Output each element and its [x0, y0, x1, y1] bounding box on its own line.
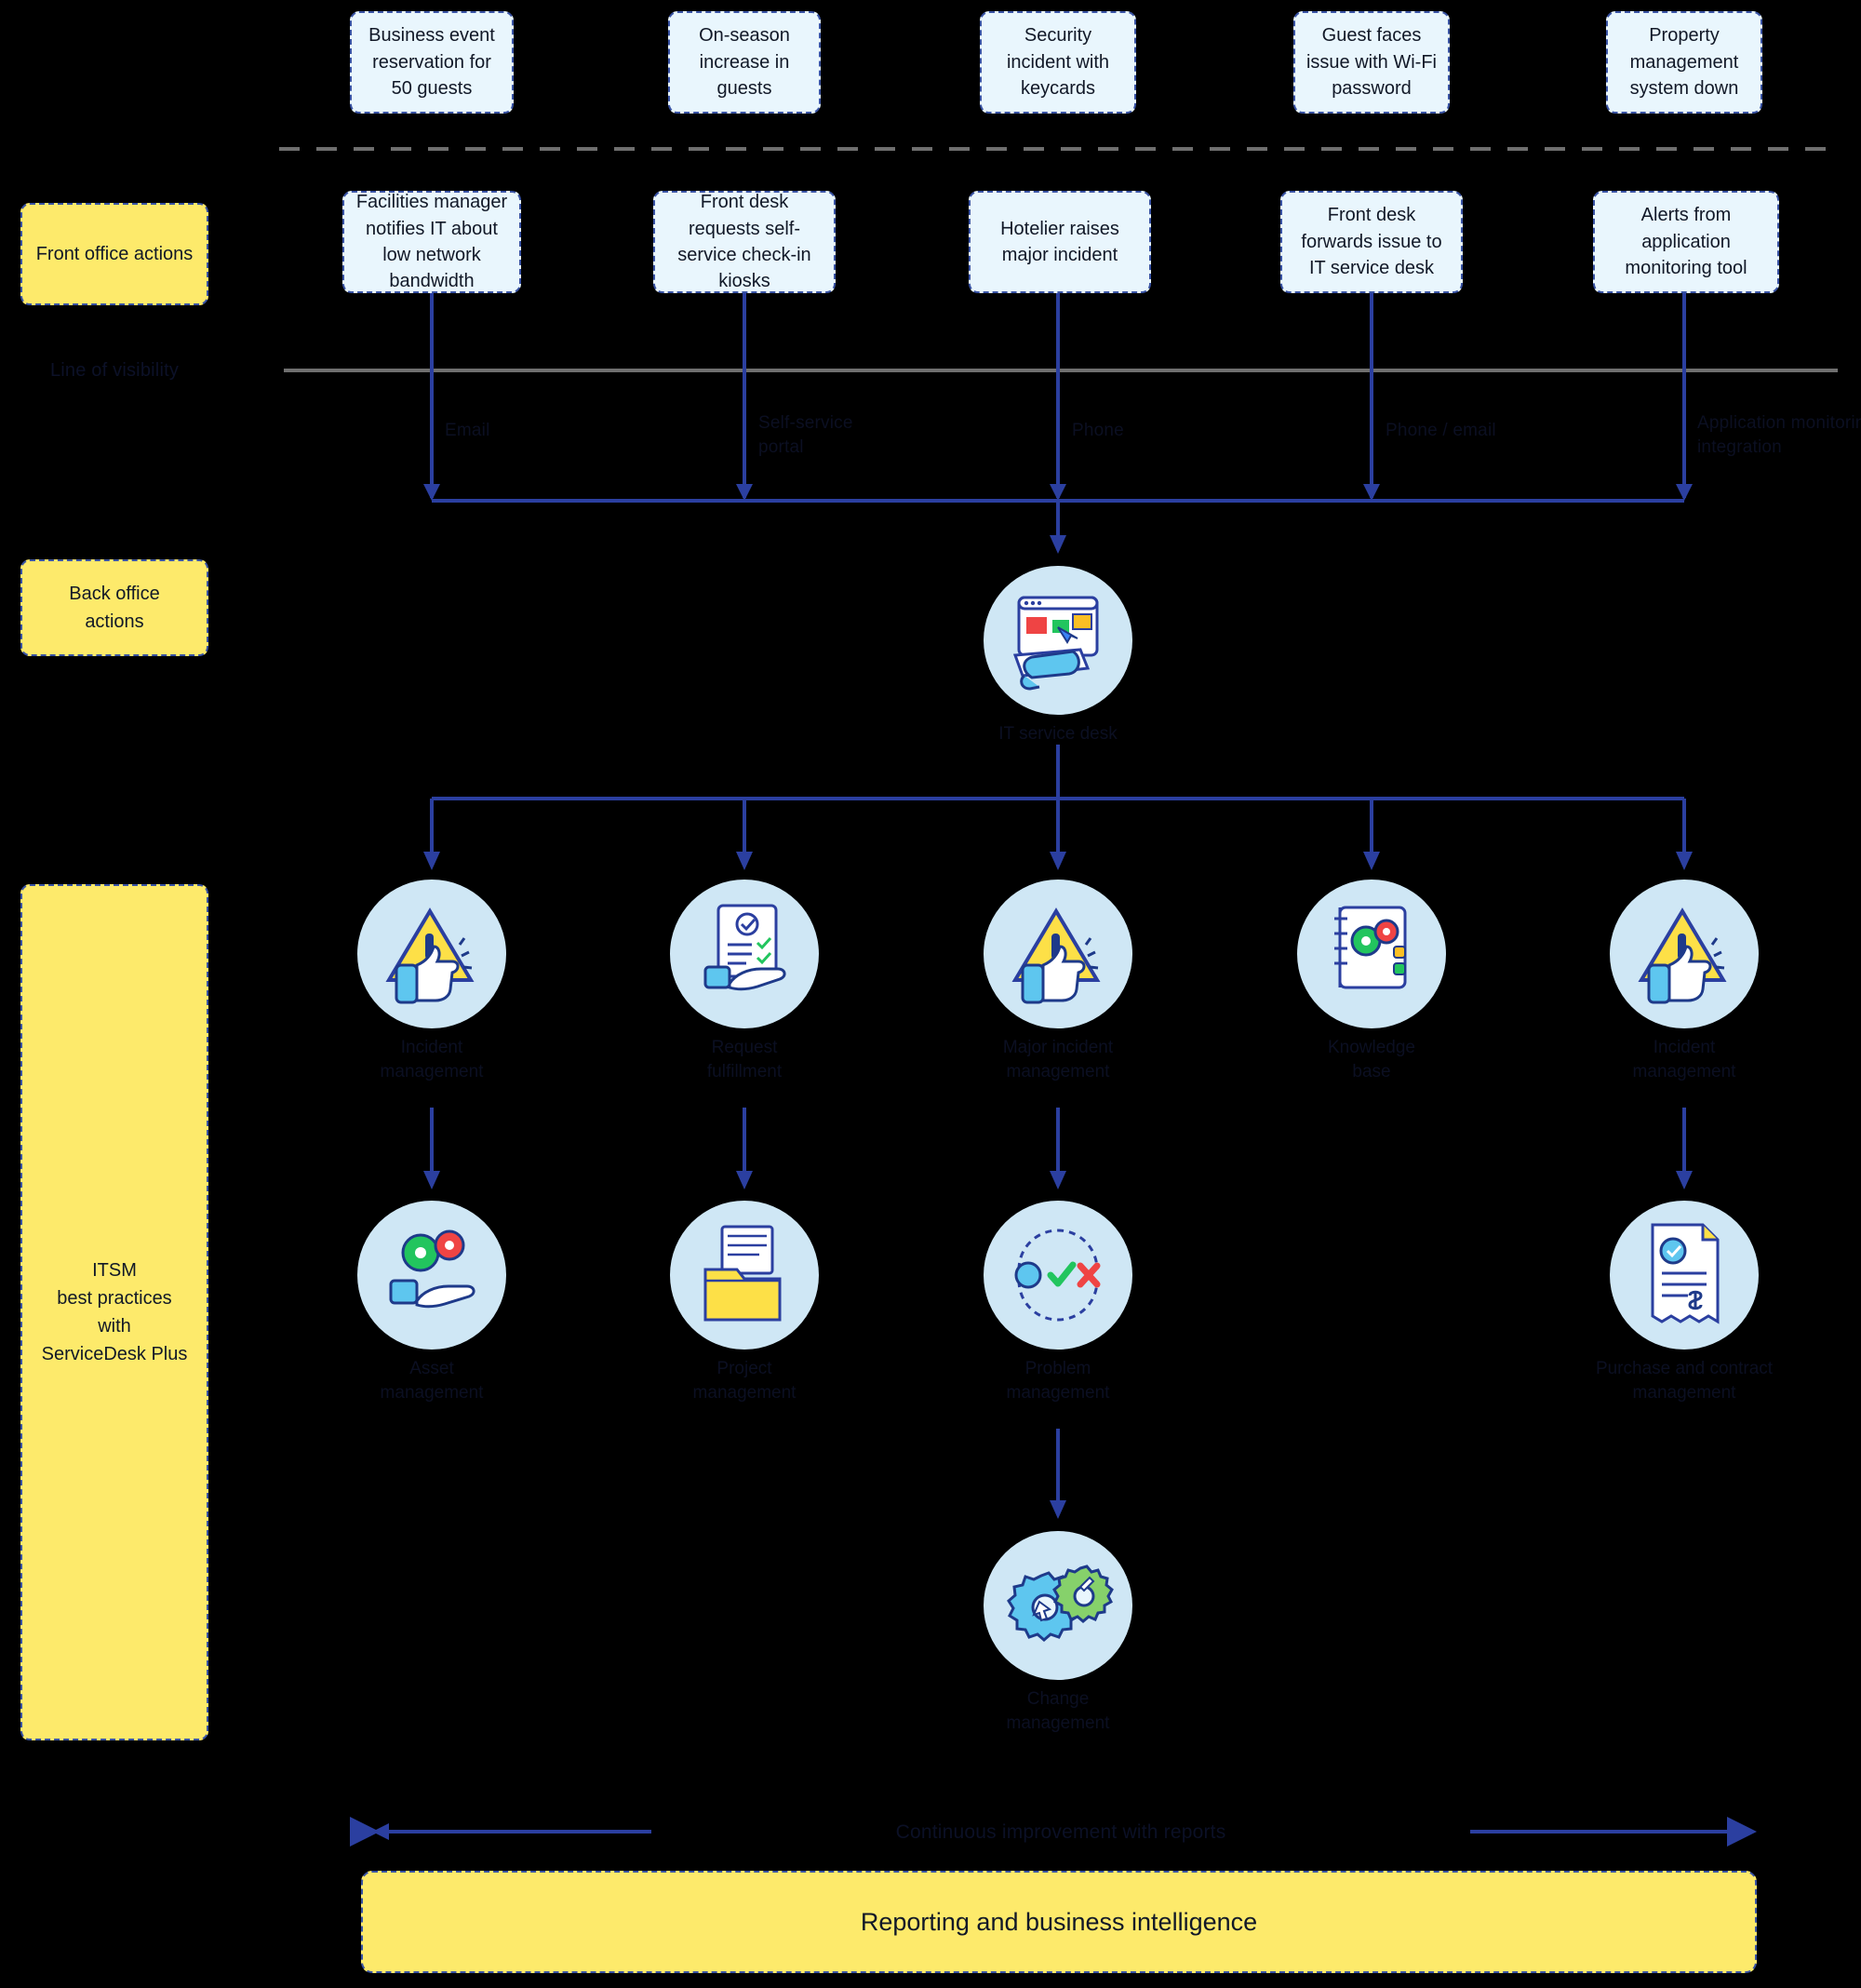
trigger-card: On-season increase in guests [668, 11, 821, 114]
itsm-node: Incident management [1610, 880, 1759, 1081]
front-office-card: Front desk forwards issue to IT service … [1280, 191, 1463, 293]
trigger-card: Business event reservation for 50 guests [350, 11, 514, 114]
itsm-node: Major incident management [984, 880, 1132, 1081]
front-office-card: Front desk requests self-service check-i… [653, 191, 836, 293]
itsm-label: Major incident management [1002, 1038, 1114, 1081]
itsm-label: Incident management [380, 1038, 484, 1081]
continuous-improvement-label: Continuous improvement with reports [651, 1820, 1470, 1847]
service-request-icon [703, 904, 786, 991]
channel-label: Phone [1072, 421, 1124, 440]
incident-warning-icon [1011, 907, 1101, 1004]
reporting-banner: Reporting and business intelligence [361, 1871, 1757, 1973]
front-office-card: Alerts from application monitoring tool [1593, 191, 1779, 293]
itsm-label: Change management [1006, 1689, 1110, 1733]
project-folder-icon [703, 1225, 782, 1322]
itsm-node: Problem management [984, 1201, 1132, 1403]
itsm-label: Knowledge base [1327, 1038, 1416, 1081]
trigger-card: Property management system down [1606, 11, 1762, 114]
channel-label: Email [445, 421, 490, 440]
itsm-node: Project management [670, 1201, 819, 1403]
itsm-label: Asset management [380, 1359, 484, 1403]
incident-warning-icon [1638, 907, 1727, 1004]
itsm-label: Project management [692, 1359, 797, 1403]
change-gears-icon [1007, 1565, 1114, 1642]
itsm-label: Request fulfillment [706, 1038, 783, 1081]
itsm-node: Request fulfillment [670, 880, 819, 1081]
front-office-card: Hotelier raises major incident [969, 191, 1151, 293]
knowledge-base-icon [1334, 906, 1407, 989]
service-desk-node: IT service desk [984, 566, 1132, 744]
channel-label: Phone / email [1386, 421, 1496, 440]
itsm-label: Problem management [1006, 1359, 1110, 1403]
itsm-node: Incident management [357, 880, 506, 1081]
lane-front-office: Front office actions [20, 203, 208, 305]
channel-label: Self-service portal [758, 413, 853, 457]
itsm-node: Knowledge base [1297, 880, 1446, 1081]
itsm-label: Purchase and contract management [1595, 1359, 1774, 1403]
itsm-node: Asset management [357, 1201, 506, 1403]
blueprint-canvas: Business event reservation for 50 guests… [0, 0, 1861, 1988]
service-catalog-icon [389, 1229, 475, 1309]
incident-warning-icon [385, 907, 475, 1004]
lane-back-office: Back office actions [20, 559, 208, 656]
itsm-label: Incident management [1632, 1038, 1736, 1081]
trigger-card: Guest faces issue with Wi-Fi password [1293, 11, 1450, 114]
front-office-card: Facilities manager notifies IT about low… [342, 191, 521, 293]
itsm-node: Change management [984, 1531, 1132, 1733]
itsm-node: Purchase and contract management [1596, 1201, 1773, 1403]
lane-itsm: ITSM best practices with ServiceDesk Plu… [20, 884, 208, 1740]
service-desk-label: IT service desk [998, 724, 1118, 744]
trigger-card: Security incident with keycards [980, 11, 1136, 114]
problem-analysis-icon [1014, 1229, 1101, 1322]
channel-label: Application monitoring integration [1697, 413, 1861, 457]
service-desk-icon [1012, 596, 1099, 691]
contract-icon [1651, 1223, 1720, 1324]
line-of-visibility-label: Line of visibility [49, 360, 180, 381]
